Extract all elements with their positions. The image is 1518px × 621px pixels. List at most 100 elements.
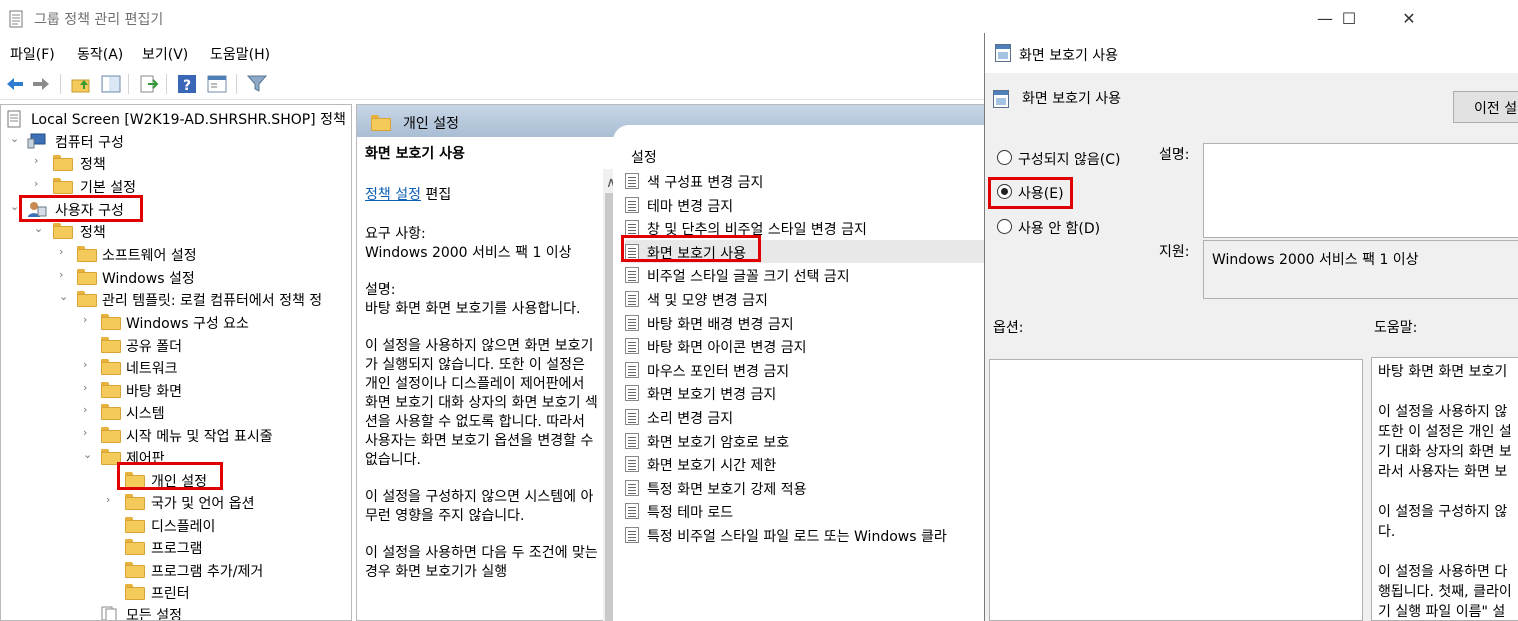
- chevron-down-icon[interactable]: ⌄: [83, 448, 95, 461]
- policy-setting-icon: [625, 456, 639, 473]
- folder-icon: [125, 494, 145, 510]
- export-list-icon[interactable]: [138, 73, 160, 95]
- menu-help[interactable]: 도움말(H): [210, 44, 270, 64]
- setting-label: 특정 화면 보호기 강제 적용: [647, 481, 807, 498]
- back-arrow-icon[interactable]: [4, 73, 26, 95]
- chevron-down-icon[interactable]: ⌄: [10, 132, 22, 145]
- help-line: 다.: [1378, 524, 1396, 540]
- chevron-right-icon[interactable]: ›: [83, 358, 95, 371]
- folder-icon: [125, 562, 145, 578]
- toolbar-separator: [166, 74, 167, 94]
- setting-row[interactable]: 마우스 포인터 변경 금지: [625, 358, 985, 381]
- radio-circle[interactable]: [997, 150, 1012, 165]
- folder-icon: [101, 449, 121, 465]
- highlight-enabled: [988, 177, 1073, 209]
- setting-label: 화면 보호기 변경 금지: [647, 387, 777, 404]
- policy-setting-icon: [625, 503, 639, 520]
- folder-icon: [77, 246, 97, 262]
- menu-action[interactable]: 동작(A): [77, 44, 123, 64]
- help-line: 기 대화 상자의 화면 보: [1378, 444, 1512, 460]
- help-label: 도움말:: [1374, 320, 1418, 336]
- up-folder-icon[interactable]: [70, 73, 92, 95]
- chevron-right-icon[interactable]: ›: [34, 154, 46, 167]
- properties-icon[interactable]: [206, 73, 228, 95]
- forward-arrow-icon[interactable]: [30, 73, 52, 95]
- policy-setting-icon: [993, 90, 1009, 108]
- menu-file[interactable]: 파일(F): [10, 44, 55, 64]
- setting-row[interactable]: 소리 변경 금지: [625, 405, 985, 428]
- menu-view[interactable]: 보기(V): [142, 44, 188, 64]
- help-icon[interactable]: ?: [176, 73, 198, 95]
- policy-setting-icon: [625, 432, 639, 449]
- setting-label: 마우스 포인터 변경 금지: [647, 363, 790, 380]
- all-settings-icon: [101, 606, 117, 620]
- chevron-right-icon[interactable]: ›: [34, 177, 46, 190]
- chevron-down-icon[interactable]: ⌄: [59, 290, 71, 303]
- setting-label: 특정 테마 로드: [647, 505, 734, 522]
- previous-setting-button[interactable]: 이전 설: [1453, 91, 1518, 123]
- support-label: 지원:: [1159, 244, 1190, 260]
- setting-row[interactable]: 비주얼 스타일 글꼴 크기 선택 금지: [625, 263, 985, 286]
- setting-label: 바탕 화면 아이콘 변경 금지: [647, 340, 807, 357]
- setting-row[interactable]: 화면 보호기 변경 금지: [625, 381, 985, 404]
- help-line: 바탕 화면 화면 보호기: [1378, 364, 1508, 380]
- show-hide-tree-icon[interactable]: [100, 73, 122, 95]
- help-line: [1378, 382, 1512, 402]
- chevron-right-icon[interactable]: ›: [83, 381, 95, 394]
- highlight-screensaver-setting: [621, 235, 761, 262]
- setting-label: 바탕 화면 배경 변경 금지: [647, 316, 794, 333]
- chevron-right-icon[interactable]: ›: [59, 268, 71, 281]
- toolbar-separator: [236, 74, 237, 94]
- help-text: 바탕 화면 화면 보호기 이 설정을 사용하지 않 또한 이 설정은 개인 설기 대…: [1378, 362, 1512, 621]
- highlight-user-config: [19, 195, 143, 222]
- comment-textarea[interactable]: [1203, 143, 1518, 238]
- chevron-right-icon[interactable]: ›: [106, 493, 118, 506]
- settings-column-header[interactable]: 설정: [631, 147, 657, 167]
- chevron-down-icon[interactable]: ⌄: [34, 222, 46, 235]
- setting-row[interactable]: 화면 보호기 암호로 보호: [625, 429, 985, 452]
- setting-row[interactable]: 색 및 모양 변경 금지: [625, 287, 985, 310]
- radio-circle[interactable]: [997, 219, 1012, 234]
- dialog-title: 화면 보호기 사용: [1019, 48, 1119, 64]
- help-line: 행됩니다. 첫째, 클라이: [1378, 584, 1512, 600]
- setting-row[interactable]: 테마 변경 금지: [625, 193, 985, 216]
- setting-row[interactable]: 바탕 화면 아이콘 변경 금지: [625, 334, 985, 357]
- svg-text:?: ?: [183, 78, 191, 94]
- setting-row[interactable]: 특정 테마 로드: [625, 499, 985, 522]
- help-line: 이 설정을 사용하면 다: [1378, 564, 1508, 580]
- window-title: 그룹 정책 관리 편집기: [34, 12, 164, 28]
- edit-policy-link[interactable]: 정책 설정: [365, 187, 421, 203]
- policy-setting-icon: [625, 314, 639, 331]
- setting-row[interactable]: 바탕 화면 배경 변경 금지: [625, 311, 985, 334]
- chevron-right-icon[interactable]: ›: [83, 426, 95, 439]
- help-line: 기 실행 파일 이름" 설: [1378, 604, 1506, 620]
- navigation-tree: Local Screen [W2K19-AD.SHRSHR.SHOP] 정책 ⌄…: [0, 104, 352, 621]
- filter-icon[interactable]: [246, 73, 268, 95]
- folder-icon: [125, 584, 145, 600]
- toolbar-separator: [128, 74, 129, 94]
- setting-label: 화면 보호기 암호로 보호: [647, 434, 790, 451]
- policy-setting-icon: [625, 385, 639, 402]
- content-pane: 개인 설정 화면 보호기 사용 정책 설정 편집 요구 사항: Windows …: [356, 104, 993, 621]
- setting-label: 소리 변경 금지: [647, 411, 734, 427]
- policy-setting-icon: [625, 527, 639, 543]
- setting-row[interactable]: 특정 비주얼 스타일 파일 로드 또는 Windows 클라: [625, 523, 985, 546]
- folder-icon: [101, 337, 121, 353]
- setting-row[interactable]: 색 구성표 변경 금지: [625, 169, 985, 192]
- chevron-right-icon[interactable]: ›: [83, 313, 95, 326]
- setting-row[interactable]: 특정 화면 보호기 강제 적용: [625, 476, 985, 499]
- folder-icon: [125, 517, 145, 533]
- chevron-right-icon[interactable]: ›: [83, 403, 95, 416]
- folder-open-icon: [371, 115, 391, 131]
- description-para-1: 바탕 화면 화면 보호기를 사용합니다.: [365, 301, 581, 317]
- setting-label: 색 구성표 변경 금지: [647, 175, 764, 191]
- policy-setting-icon: [625, 196, 639, 213]
- setting-label: 비주얼 스타일 글꼴 크기 선택 금지: [647, 269, 850, 286]
- comment-label: 설명:: [1159, 147, 1190, 163]
- help-line: 이 설정을 구성하지 않: [1378, 504, 1508, 520]
- help-line: 또한 이 설정은 개인 설: [1378, 424, 1512, 440]
- setting-row[interactable]: 화면 보호기 시간 제한: [625, 452, 985, 475]
- chevron-right-icon[interactable]: ›: [59, 245, 71, 258]
- highlight-personalization: [117, 462, 223, 490]
- dialog-subtitle: 화면 보호기 사용: [1022, 91, 1122, 107]
